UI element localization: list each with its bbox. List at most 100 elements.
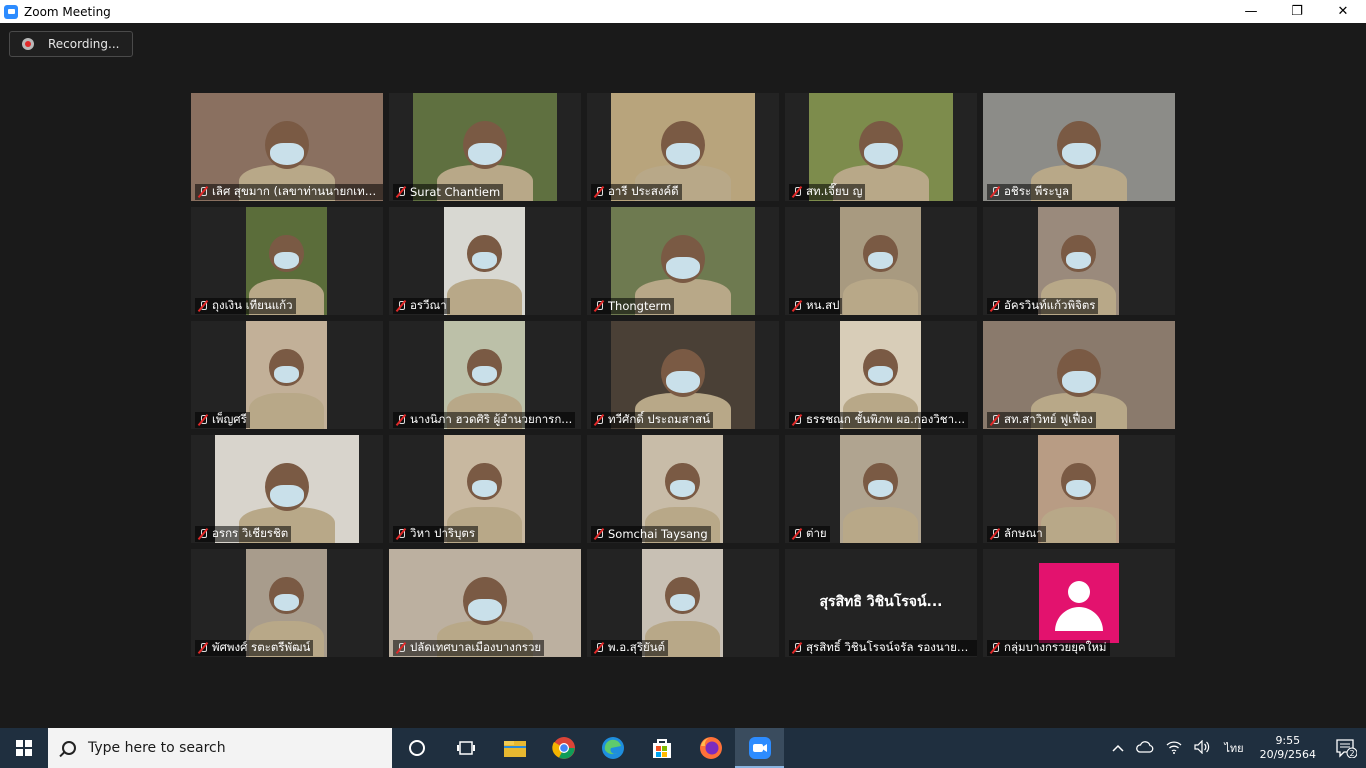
restore-button[interactable]: ❐ <box>1274 0 1320 23</box>
notification-count: 2 <box>1349 749 1354 758</box>
close-button[interactable]: ✕ <box>1320 0 1366 23</box>
participant-tile[interactable]: Thongterm <box>587 207 779 315</box>
speaker-icon <box>1194 739 1210 754</box>
participant-tile[interactable]: วิหา ปาริบุตร <box>389 435 581 543</box>
participant-name: สท.เจี๊ยบ ญ <box>806 184 863 198</box>
mic-muted-icon <box>593 186 605 198</box>
participant-tile[interactable]: Somchai Taysang <box>587 435 779 543</box>
participant-name: Surat Chantiem <box>410 185 501 199</box>
participant-name-bar: นางนิภา ฮวดศิริ ผู้อำนวยการก... <box>393 412 576 428</box>
participant-tile[interactable]: Surat Chantiem <box>389 93 581 201</box>
chevron-up-icon <box>1112 744 1124 752</box>
mic-muted-icon <box>593 528 605 540</box>
mic-muted-icon <box>395 186 407 198</box>
notification-icon: 2 <box>1336 739 1357 758</box>
participant-tile[interactable]: เพ็ญศรี <box>191 321 383 429</box>
participant-tile[interactable]: ถุงเงิน เทียนแก้ว <box>191 207 383 315</box>
participant-video <box>840 207 921 315</box>
participant-tile[interactable]: พัศพงศ์ รตะตรีพัฒน์ <box>191 549 383 657</box>
input-language[interactable]: ไทย <box>1218 739 1249 757</box>
participant-tile[interactable]: สท.เจี๊ยบ ญ <box>785 93 977 201</box>
mic-muted-icon <box>593 414 605 426</box>
participant-tile[interactable]: หน.สป <box>785 207 977 315</box>
participant-tile[interactable]: ทวีศักดิ์ ประถมสาสน์ <box>587 321 779 429</box>
recording-indicator[interactable]: Recording... <box>9 31 133 57</box>
participant-tile[interactable]: อัครวินท์แก้วพิจิตร <box>983 207 1175 315</box>
task-view-button[interactable] <box>441 728 490 768</box>
participant-name-bar: สท.สาวิทย์ ฟูเฟื่อง <box>987 412 1096 428</box>
participant-name: ลักษณา <box>1004 526 1043 540</box>
participant-name-bar: อรกร วิเชียรชิต <box>195 526 292 542</box>
participant-name-bar: เพ็ญศรี <box>195 412 250 428</box>
participant-name-bar: Somchai Taysang <box>591 526 711 542</box>
taskbar-store[interactable] <box>637 728 686 768</box>
window-titlebar: Zoom Meeting — ❐ ✕ <box>0 0 1366 23</box>
cortana-button[interactable] <box>392 728 441 768</box>
zoom-icon <box>4 4 18 19</box>
mic-muted-icon <box>197 300 209 312</box>
record-icon <box>22 38 34 50</box>
mic-muted-icon <box>989 186 1001 198</box>
taskbar-zoom[interactable] <box>735 728 784 768</box>
zoom-app-icon <box>748 737 771 759</box>
participant-tile[interactable]: อรกร วิเชียรชิต <box>191 435 383 543</box>
participant-tile[interactable]: สุรสิทธิ วิชินโรจน์... สุรสิทธิ์ วิชินโรจ… <box>785 549 977 657</box>
mic-muted-icon <box>791 642 803 654</box>
participant-tile[interactable]: พ.อ.สุริยันต์ <box>587 549 779 657</box>
taskbar-edge[interactable] <box>588 728 637 768</box>
clock-date: 20/9/2564 <box>1259 748 1316 761</box>
mic-muted-icon <box>791 300 803 312</box>
participant-name-bar: สท.เจี๊ยบ ญ <box>789 184 866 200</box>
participant-tile[interactable]: ต่าย <box>785 435 977 543</box>
mic-muted-icon <box>593 300 605 312</box>
participant-name-bar: กลุ่มบางกรวยยุคใหม่ <box>987 640 1110 656</box>
participant-name-bar: ต่าย <box>789 526 830 542</box>
participant-tile[interactable]: ลักษณา <box>983 435 1175 543</box>
participant-tile[interactable]: ธรรชณก ชั้นพิภพ ผอ.กองวิชา... <box>785 321 977 429</box>
folder-icon <box>503 741 526 757</box>
taskbar-search[interactable]: Type here to search <box>48 728 392 768</box>
recording-label: Recording... <box>48 37 120 51</box>
participant-name: นางนิภา ฮวดศิริ ผู้อำนวยการก... <box>410 412 573 426</box>
wifi-icon <box>1166 740 1182 754</box>
participant-tile[interactable]: กลุ่มบางกรวยยุคใหม่ <box>983 549 1175 657</box>
participant-tile[interactable]: อชิระ พีระบูล <box>983 93 1175 201</box>
participant-name-bar: ทวีศักดิ์ ประถมสาสน์ <box>591 412 713 428</box>
participant-name-bar: ปลัดเทศบาลเมืองบางกรวย <box>393 640 545 656</box>
taskbar-file-explorer[interactable] <box>490 728 539 768</box>
participant-display-name: สุรสิทธิ วิชินโรจน์... <box>819 594 943 610</box>
participant-tile[interactable]: สท.สาวิทย์ ฟูเฟื่อง <box>983 321 1175 429</box>
taskbar: Type here to search ไทย 9:55 20/9/2564 2 <box>0 728 1366 768</box>
participant-name-bar: ลักษณา <box>987 526 1046 542</box>
cloud-sync-icon <box>1136 740 1154 753</box>
mic-muted-icon <box>395 300 407 312</box>
participant-name: อชิระ พีระบูล <box>1004 184 1070 198</box>
participant-name: อรวีณา <box>410 298 447 312</box>
participant-name: Thongterm <box>608 299 672 313</box>
participant-tile[interactable]: เลิศ สุขมาก (เลขาท่านนายกเทศ... <box>191 93 383 201</box>
onedrive-tray[interactable] <box>1130 740 1160 757</box>
mic-muted-icon <box>197 414 209 426</box>
start-button[interactable] <box>0 728 48 768</box>
firefox-icon <box>699 737 722 759</box>
taskbar-clock[interactable]: 9:55 20/9/2564 <box>1250 734 1326 762</box>
taskbar-firefox[interactable] <box>686 728 735 768</box>
minimize-button[interactable]: — <box>1228 0 1274 23</box>
participant-name: พัศพงศ์ รตะตรีพัฒน์ <box>212 640 311 654</box>
mic-muted-icon <box>593 642 605 654</box>
volume-tray[interactable] <box>1188 739 1218 757</box>
participant-name: ทวีศักดิ์ ประถมสาสน์ <box>608 412 710 426</box>
network-tray[interactable] <box>1160 740 1188 757</box>
mic-muted-icon <box>989 528 1001 540</box>
participant-tile[interactable]: ปลัดเทศบาลเมืองบางกรวย <box>389 549 581 657</box>
show-hidden-icons[interactable] <box>1106 742 1130 755</box>
participant-name-bar: สุรสิทธิ์ วิชินโรจน์จรัล รองนายก... <box>789 640 977 656</box>
participant-video <box>444 207 525 315</box>
action-center-button[interactable]: 2 <box>1326 728 1366 768</box>
mic-muted-icon <box>395 414 407 426</box>
taskbar-chrome[interactable] <box>539 728 588 768</box>
participant-name-bar: ธรรชณก ชั้นพิภพ ผอ.กองวิชา... <box>789 412 969 428</box>
participant-tile[interactable]: นางนิภา ฮวดศิริ ผู้อำนวยการก... <box>389 321 581 429</box>
participant-tile[interactable]: อารี ประสงค์ดี <box>587 93 779 201</box>
participant-tile[interactable]: อรวีณา <box>389 207 581 315</box>
